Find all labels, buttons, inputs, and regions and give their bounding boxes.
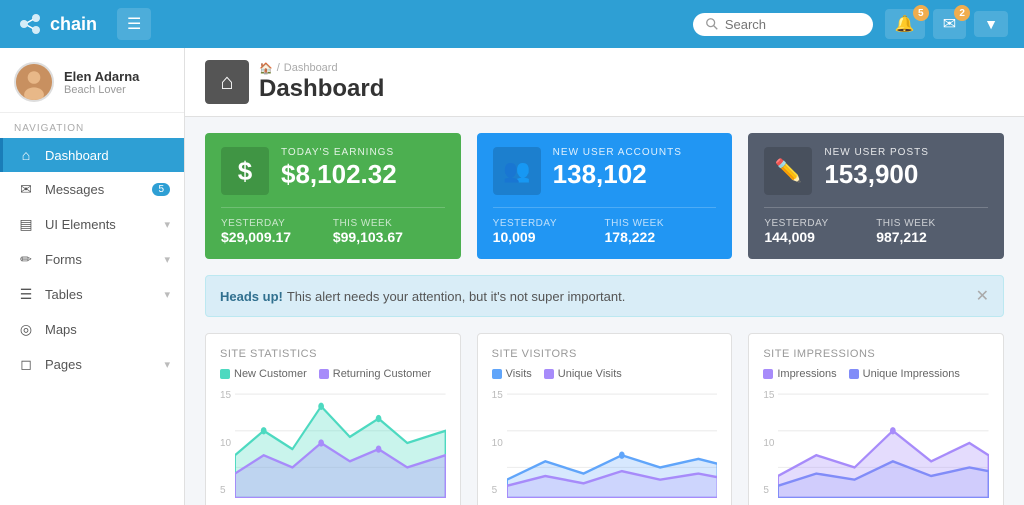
avatar-image — [16, 62, 52, 102]
legend-unique-impressions: Unique Impressions — [849, 368, 960, 380]
chevron-down-icon-2: ▾ — [164, 253, 170, 266]
breadcrumb: 🏠 / Dashboard — [259, 62, 384, 75]
alert-title: Heads up! — [220, 289, 283, 304]
alert-message: This alert needs your attention, but it'… — [287, 289, 626, 304]
search-icon — [705, 17, 719, 31]
mail-badge: 2 — [954, 5, 970, 21]
notifications-button[interactable]: 🔔 5 — [885, 9, 925, 39]
messages-badge: 5 — [152, 183, 170, 196]
topnav-icons: 🔔 5 ✉ 2 ▼ — [885, 9, 1008, 39]
earnings-yesterday: YESTERDAY $29,009.17 — [221, 218, 333, 245]
mail-button[interactable]: ✉ 2 — [933, 9, 966, 39]
chart-svg-2 — [778, 388, 989, 498]
legend-dot-impressions — [763, 369, 773, 379]
logo: chain — [16, 10, 97, 38]
legend-dot-returning-customer — [319, 369, 329, 379]
legend-dot-unique-impressions — [849, 369, 859, 379]
sidebar-item-maps[interactable]: ◎ Maps — [0, 312, 184, 347]
earnings-icon: $ — [221, 147, 269, 195]
breadcrumb-home-icon: 🏠 — [259, 62, 273, 75]
chart-svg-0 — [235, 388, 446, 498]
chart-site-statistics: SITE STATISTICS New Customer Returning C… — [205, 333, 461, 505]
logo-icon — [16, 10, 44, 38]
search-input[interactable] — [725, 17, 861, 32]
sidebar: Elen Adarna Beach Lover NAVIGATION ⌂ Das… — [0, 48, 185, 505]
user-info: Elen Adarna Beach Lover — [64, 69, 139, 96]
chart-section: SITE STATISTICS New Customer Returning C… — [185, 333, 1024, 505]
legend-unique-visits: Unique Visits — [544, 368, 622, 380]
y-labels-0: 15105 — [220, 388, 235, 498]
sidebar-item-ui-elements[interactable]: ▤ UI Elements ▾ — [0, 207, 184, 242]
users-info: NEW USER ACCOUNTS 138,102 — [553, 147, 717, 189]
user-subtitle: Beach Lover — [64, 84, 139, 96]
sidebar-item-tables[interactable]: ☰ Tables ▾ — [0, 277, 184, 312]
users-icon: 👥 — [493, 147, 541, 195]
chart-area-2: 15105 — [763, 388, 989, 498]
topnav: chain ☰ 🔔 5 ✉ 2 ▼ — [0, 0, 1024, 48]
breadcrumb-separator: / — [277, 62, 280, 74]
legend-dot-unique-visits — [544, 369, 554, 379]
user-name: Elen Adarna — [64, 69, 139, 84]
posts-icon: ✏️ — [764, 147, 812, 195]
user-dropdown-button[interactable]: ▼ — [974, 11, 1008, 37]
users-thisweek: THIS WEEK 178,222 — [605, 218, 717, 245]
breadcrumb-current: Dashboard — [284, 62, 338, 74]
page-header-icon: ⌂ — [205, 60, 249, 104]
home-icon: ⌂ — [17, 147, 35, 163]
page-title: Dashboard — [259, 75, 384, 103]
sidebar-item-pages[interactable]: ◻ Pages ▾ — [0, 347, 184, 382]
page-header-text: 🏠 / Dashboard Dashboard — [259, 62, 384, 103]
page-header: ⌂ 🏠 / Dashboard Dashboard — [185, 48, 1024, 117]
chart-area-0: 15105 — [220, 388, 446, 498]
grid-icon: ▤ — [17, 216, 35, 233]
sidebar-user: Elen Adarna Beach Lover — [0, 48, 184, 113]
legend-returning-customer: Returning Customer — [319, 368, 431, 380]
chevron-down-icon: ▾ — [164, 218, 170, 231]
legend-dot-visits — [492, 369, 502, 379]
hamburger-button[interactable]: ☰ — [117, 8, 151, 40]
earnings-info: TODAY'S EARNINGS $8,102.32 — [281, 147, 445, 189]
posts-info: NEW USER POSTS 153,900 — [824, 147, 988, 189]
chart-legend-0: New Customer Returning Customer — [220, 368, 446, 380]
legend-dot-new-customer — [220, 369, 230, 379]
alert-bar: Heads up! This alert needs your attentio… — [205, 275, 1004, 317]
chevron-down-icon-3: ▾ — [164, 288, 170, 301]
stat-card-posts: ✏️ NEW USER POSTS 153,900 YESTERDAY 144,… — [748, 133, 1004, 259]
alert-close-button[interactable]: ✕ — [976, 286, 989, 306]
mail-icon: ✉ — [17, 181, 35, 198]
y-labels-1: 15105 — [492, 388, 507, 498]
avatar — [14, 62, 54, 102]
earnings-thisweek: THIS WEEK $99,103.67 — [333, 218, 445, 245]
chart-legend-2: Impressions Unique Impressions — [763, 368, 989, 380]
chevron-down-icon-4: ▾ — [164, 358, 170, 371]
notification-badge: 5 — [913, 5, 929, 21]
chart-site-impressions: SITE IMPRESSIONS Impressions Unique Impr… — [748, 333, 1004, 505]
chart-site-visitors: SITE VISITORS Visits Unique Visits 15105 — [477, 333, 733, 505]
edit-icon: ✏ — [17, 251, 35, 268]
sidebar-item-forms[interactable]: ✏ Forms ▾ — [0, 242, 184, 277]
table-icon: ☰ — [17, 286, 35, 303]
posts-yesterday: YESTERDAY 144,009 — [764, 218, 876, 245]
users-yesterday: YESTERDAY 10,009 — [493, 218, 605, 245]
nav-section-label: NAVIGATION — [0, 113, 184, 138]
chart-svg-1 — [507, 388, 718, 498]
posts-thisweek: THIS WEEK 987,212 — [876, 218, 988, 245]
sidebar-item-dashboard[interactable]: ⌂ Dashboard — [0, 138, 184, 172]
pages-icon: ◻ — [17, 356, 35, 373]
map-icon: ◎ — [17, 321, 35, 338]
main-content: ⌂ 🏠 / Dashboard Dashboard $ TODAY'S EARN… — [185, 48, 1024, 505]
y-labels-2: 15105 — [763, 388, 778, 498]
legend-new-customer: New Customer — [220, 368, 307, 380]
stat-cards: $ TODAY'S EARNINGS $8,102.32 YESTERDAY $… — [185, 117, 1024, 275]
sidebar-item-messages[interactable]: ✉ Messages 5 — [0, 172, 184, 207]
search-bar — [693, 13, 873, 36]
stat-card-earnings: $ TODAY'S EARNINGS $8,102.32 YESTERDAY $… — [205, 133, 461, 259]
stat-card-users: 👥 NEW USER ACCOUNTS 138,102 YESTERDAY 10… — [477, 133, 733, 259]
chart-area-1: 15105 — [492, 388, 718, 498]
legend-visits: Visits — [492, 368, 532, 380]
legend-impressions: Impressions — [763, 368, 836, 380]
chart-legend-1: Visits Unique Visits — [492, 368, 718, 380]
